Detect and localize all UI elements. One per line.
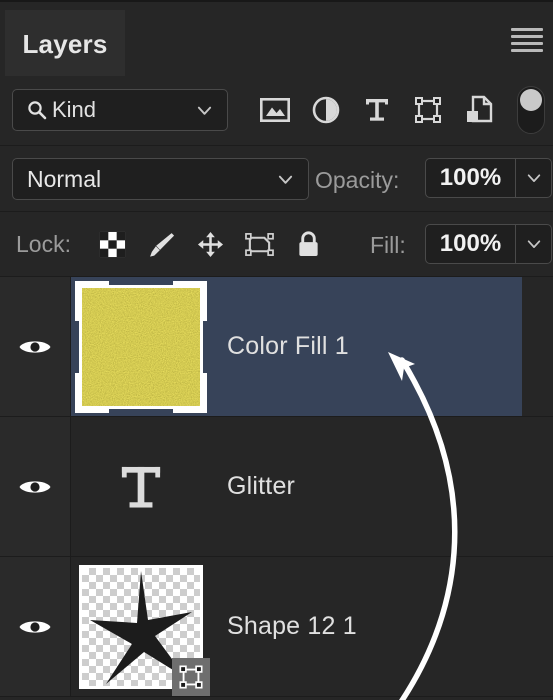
artboard-icon[interactable] xyxy=(235,222,284,266)
search-icon xyxy=(27,100,47,120)
layer-name: Shape 12 1 xyxy=(227,612,357,640)
menu-line xyxy=(511,42,543,45)
lock-row: Lock: Fill: 100% xyxy=(0,211,553,276)
layer-row-body[interactable]: Color Fill 1 xyxy=(71,277,553,416)
half-circle-adjustment-icon[interactable] xyxy=(301,89,352,131)
layer-thumbnail-wrap[interactable] xyxy=(75,280,207,413)
tab-layers[interactable]: Layers xyxy=(5,10,125,78)
opacity-input[interactable]: 100% xyxy=(425,158,516,198)
lock-buttons xyxy=(88,222,333,266)
layer-thumbnail-wrap[interactable] xyxy=(75,561,210,696)
lock-icon[interactable] xyxy=(284,222,333,266)
layer-visibility-toggle[interactable] xyxy=(0,557,71,696)
filter-row: Kind xyxy=(0,76,553,145)
blend-mode-row: Normal Opacity: 100% xyxy=(0,145,553,211)
table-row[interactable]: Shape 12 1 xyxy=(0,557,553,697)
layer-visibility-toggle[interactable] xyxy=(0,417,71,556)
chevron-down-icon xyxy=(196,102,213,119)
move-arrows-icon[interactable] xyxy=(186,222,235,266)
layers-panel: Layers Kind Normal Opacity: 100% Lock: F… xyxy=(0,0,553,700)
table-row[interactable]: Glitter xyxy=(0,417,553,557)
fill-value: 100% xyxy=(439,230,502,257)
layer-row-body[interactable]: Glitter xyxy=(71,417,553,556)
menu-line xyxy=(511,35,543,38)
layer-row-body[interactable]: Shape 12 1 xyxy=(71,557,553,696)
tab-layers-label: Layers xyxy=(22,28,108,59)
table-row[interactable]: Color Fill 1 xyxy=(0,277,553,417)
layer-thumbnail[interactable] xyxy=(79,284,203,409)
layer-thumbnail[interactable] xyxy=(75,421,207,553)
layer-visibility-toggle[interactable] xyxy=(0,277,71,416)
brush-icon[interactable] xyxy=(137,222,186,266)
eye-icon xyxy=(19,620,51,633)
chevron-down-icon xyxy=(277,171,294,188)
blend-mode-select[interactable]: Normal xyxy=(12,158,309,200)
glitter-texture xyxy=(82,287,200,406)
opacity-value: 100% xyxy=(439,164,502,191)
layer-list[interactable]: Color Fill 1 Glitter Shape 12 1 xyxy=(0,276,553,700)
eye-icon xyxy=(19,480,51,493)
filter-enable-toggle[interactable] xyxy=(517,86,545,134)
vector-shape-badge-icon xyxy=(172,657,210,696)
fill-input[interactable]: 100% xyxy=(425,224,516,264)
filter-kind-select[interactable]: Kind xyxy=(12,89,228,131)
panel-header: Layers xyxy=(0,0,553,78)
toggle-knob xyxy=(520,89,542,111)
opacity-stepper-chevron[interactable] xyxy=(516,158,552,198)
fill-label: Fill: xyxy=(370,232,406,258)
filter-kind-label: Kind xyxy=(52,97,97,122)
layer-name: Glitter xyxy=(227,472,296,500)
opacity-label: Opacity: xyxy=(315,167,400,193)
image-icon[interactable] xyxy=(250,89,301,131)
fill-stepper-chevron[interactable] xyxy=(516,224,552,264)
type-t-icon[interactable] xyxy=(352,89,403,131)
eye-icon xyxy=(19,340,51,353)
hamburger-menu-icon[interactable] xyxy=(511,26,543,54)
menu-line xyxy=(511,49,543,52)
checkerboard-icon[interactable] xyxy=(88,222,137,266)
vector-shape-icon[interactable] xyxy=(402,89,453,131)
filter-type-buttons xyxy=(250,89,504,131)
menu-line xyxy=(511,28,543,31)
type-t-icon xyxy=(121,466,161,508)
lock-label: Lock: xyxy=(16,231,71,257)
layer-name: Color Fill 1 xyxy=(227,332,349,360)
blend-mode-value: Normal xyxy=(27,165,102,192)
smart-object-document-icon[interactable] xyxy=(453,89,504,131)
